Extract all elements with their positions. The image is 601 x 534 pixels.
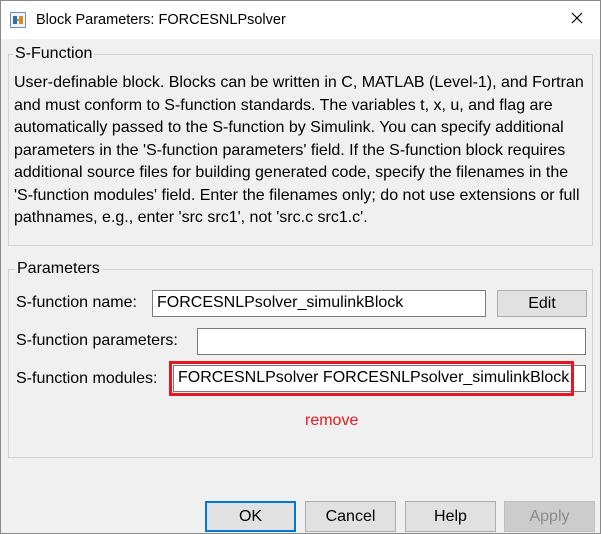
- apply-button[interactable]: Apply: [504, 501, 595, 532]
- sfunction-description: User-definable block. Blocks can be writ…: [14, 74, 584, 226]
- sfunction-group-title: S-Function: [13, 45, 95, 63]
- help-button[interactable]: Help: [405, 501, 496, 532]
- remove-annotation: remove: [305, 412, 359, 429]
- sfunction-name-field[interactable]: FORCESNLPsolver_simulinkBlock: [152, 290, 486, 317]
- close-button[interactable]: [554, 1, 600, 39]
- simulink-block-icon: [10, 12, 26, 28]
- dialog-window: Block Parameters: FORCESNLPsolver S-Func…: [0, 0, 601, 534]
- close-icon: [571, 11, 583, 29]
- parameters-group-title: Parameters: [15, 260, 102, 278]
- title-bar: Block Parameters: FORCESNLPsolver: [1, 1, 600, 39]
- window-title: Block Parameters: FORCESNLPsolver: [36, 12, 286, 28]
- sfunction-modules-label: S-function modules:: [16, 370, 158, 387]
- edit-button[interactable]: Edit: [497, 290, 587, 317]
- sfunction-parameters-label: S-function parameters:: [16, 332, 178, 349]
- sfunction-parameters-field[interactable]: [197, 328, 586, 355]
- cancel-button[interactable]: Cancel: [305, 501, 396, 532]
- sfunction-name-label: S-function name:: [16, 294, 137, 311]
- ok-button[interactable]: OK: [205, 501, 296, 532]
- modules-highlight-box: [169, 361, 574, 396]
